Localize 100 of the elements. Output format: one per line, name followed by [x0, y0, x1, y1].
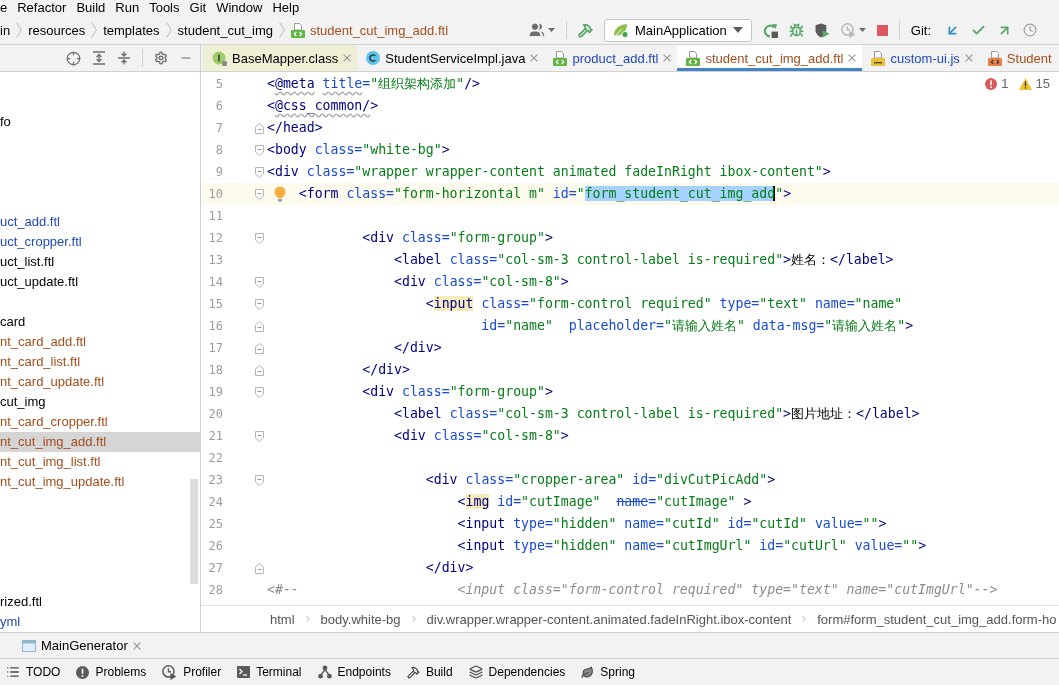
line-number: 9	[215, 164, 223, 180]
collapse-all-icon[interactable]	[117, 51, 131, 65]
editor-tab[interactable]: Student	[978, 45, 1058, 71]
fold-end-icon[interactable]	[255, 122, 264, 134]
tree-item[interactable]: nt_card_cropper.ftl	[0, 412, 111, 432]
breadcrumb-item[interactable]: student_cut_img_add.ftl	[291, 22, 449, 38]
menu-item[interactable]: Run	[110, 0, 145, 16]
tool-window-button[interactable]: Build	[401, 659, 458, 685]
crosshair-icon[interactable]	[66, 50, 81, 66]
menu-item[interactable]: Tools	[144, 0, 185, 16]
warning-icon[interactable]	[1018, 77, 1032, 90]
tree-item[interactable]: card	[0, 312, 29, 332]
hammer-icon	[406, 665, 420, 679]
fold-start-icon[interactable]	[255, 232, 264, 244]
menu-item[interactable]: Git	[184, 0, 212, 16]
line-number: 25	[208, 516, 223, 532]
fold-end-icon[interactable]	[255, 562, 264, 574]
breadcrumb-item[interactable]: student_cut_img	[177, 22, 273, 38]
tree-item[interactable]: uct_add.ftl	[0, 212, 63, 232]
editor-tab[interactable]: StudentServiceImpl.java	[357, 45, 545, 71]
tree-item[interactable]: nt_card_list.ftl	[0, 352, 84, 372]
layers-icon	[468, 665, 483, 679]
tool-window-button[interactable]: TODO	[1, 659, 66, 685]
tree-item[interactable]: uct_update.ftl	[0, 272, 82, 292]
fold-end-icon[interactable]	[255, 342, 264, 354]
breadcrumb-item[interactable]: resources	[28, 22, 86, 38]
tree-item[interactable]: nt_card_add.ftl	[0, 332, 89, 352]
close-icon[interactable]	[132, 641, 141, 650]
fold-start-icon[interactable]	[255, 276, 264, 288]
users-icon[interactable]	[529, 22, 545, 38]
fold-end-icon[interactable]	[255, 320, 264, 332]
fold-start-icon[interactable]	[255, 386, 264, 398]
caret-icon[interactable]	[548, 28, 555, 32]
lightbulb-icon[interactable]	[274, 186, 286, 202]
editor-tab[interactable]: custom-ui.js	[862, 45, 979, 71]
code-line: </div>	[394, 339, 442, 357]
close-icon[interactable]	[848, 54, 857, 62]
caret-icon	[732, 27, 743, 33]
tool-window-button[interactable]: Problems	[71, 659, 152, 685]
fold-start-icon[interactable]	[255, 188, 264, 200]
menu-item[interactable]: Build	[71, 0, 111, 16]
editor-tab[interactable]: product_add.ftl	[544, 45, 678, 71]
terminal-icon	[237, 666, 251, 678]
breadcrumb-item[interactable]: html	[270, 611, 295, 627]
stop-icon[interactable]	[876, 24, 888, 36]
menu-item[interactable]: e	[0, 0, 13, 16]
run-config-dropdown[interactable]: MainApplication	[604, 18, 752, 42]
tree-item[interactable]: fo	[0, 112, 14, 132]
code-line: <div class="wrapper wrapper-content animated fadeInRight ibox-content">	[267, 163, 831, 181]
code-line: <input class="form-control required" type="text" name="name"	[425, 295, 903, 313]
close-icon[interactable]	[343, 54, 352, 62]
tool-window-button[interactable]: Spring	[576, 659, 640, 685]
tree-item[interactable]: uct_cropper.ftl	[0, 232, 85, 252]
shield-play-icon[interactable]	[814, 22, 830, 38]
git-label: Git:	[910, 22, 931, 38]
fold-start-icon[interactable]	[255, 144, 264, 156]
close-icon[interactable]	[964, 54, 973, 62]
tree-item[interactable]: nt_cut_img_update.ftl	[0, 472, 128, 492]
editor-tab[interactable]: BaseMapper.class	[203, 45, 358, 71]
alert-circle-icon	[76, 665, 90, 679]
menu-item[interactable]: Refactor	[12, 0, 72, 16]
rerun-icon[interactable]	[762, 22, 778, 38]
code-line: </div>	[425, 559, 474, 577]
breadcrumb-item[interactable]: in	[0, 22, 11, 38]
expand-all-icon[interactable]	[92, 51, 106, 65]
clock-icon[interactable]	[1023, 23, 1037, 37]
tool-window-button[interactable]: Dependencies	[463, 659, 571, 685]
breadcrumb-item[interactable]: form#form_student_cut_img_add.form-ho	[817, 611, 1057, 627]
line-number: 14	[208, 274, 223, 290]
tool-window-button[interactable]: Terminal	[232, 659, 307, 685]
editor-tab[interactable]: student_cut_img_add.ftl	[677, 45, 863, 71]
scrollbar-thumb[interactable]	[190, 479, 198, 584]
circle-i-icon	[212, 50, 227, 66]
breadcrumb-item[interactable]: templates	[103, 22, 160, 38]
tree-item[interactable]: cut_img	[0, 392, 49, 412]
close-icon[interactable]	[663, 54, 672, 62]
tree-item[interactable]: uct_list.ftl	[0, 252, 58, 272]
tool-window-tab[interactable]: MainGenerator	[14, 633, 149, 658]
tree-item[interactable]: nt_cut_img_list.ftl	[0, 452, 104, 472]
close-icon[interactable]	[530, 54, 539, 62]
fold-end-icon[interactable]	[255, 364, 264, 376]
tree-item[interactable]: yml	[0, 612, 24, 632]
error-icon[interactable]	[985, 77, 998, 90]
fold-start-icon[interactable]	[255, 430, 264, 442]
breadcrumb-item[interactable]: body.white-bg	[320, 611, 401, 627]
fold-start-icon[interactable]	[255, 474, 264, 486]
tool-window-button[interactable]: Profiler	[157, 659, 227, 685]
settings-icon[interactable]	[154, 51, 168, 65]
menu-item[interactable]: Window	[211, 0, 268, 16]
bug-icon[interactable]	[788, 22, 804, 38]
tree-item[interactable]: rized.ftl	[0, 592, 45, 612]
caret-icon[interactable]	[858, 28, 866, 32]
fold-start-icon[interactable]	[255, 298, 264, 310]
menu-item[interactable]: Help	[267, 0, 305, 16]
hammer-icon[interactable]	[578, 22, 593, 38]
breadcrumb-item[interactable]: div.wrapper.wrapper-content.animated.fadeInRight.ibox-content	[426, 611, 792, 627]
tree-item[interactable]: nt_card_update.ftl	[0, 372, 108, 392]
tool-window-button[interactable]: Endpoints	[312, 659, 396, 685]
tree-item[interactable]: nt_cut_img_add.ftl	[0, 432, 200, 452]
fold-start-icon[interactable]	[255, 166, 264, 178]
